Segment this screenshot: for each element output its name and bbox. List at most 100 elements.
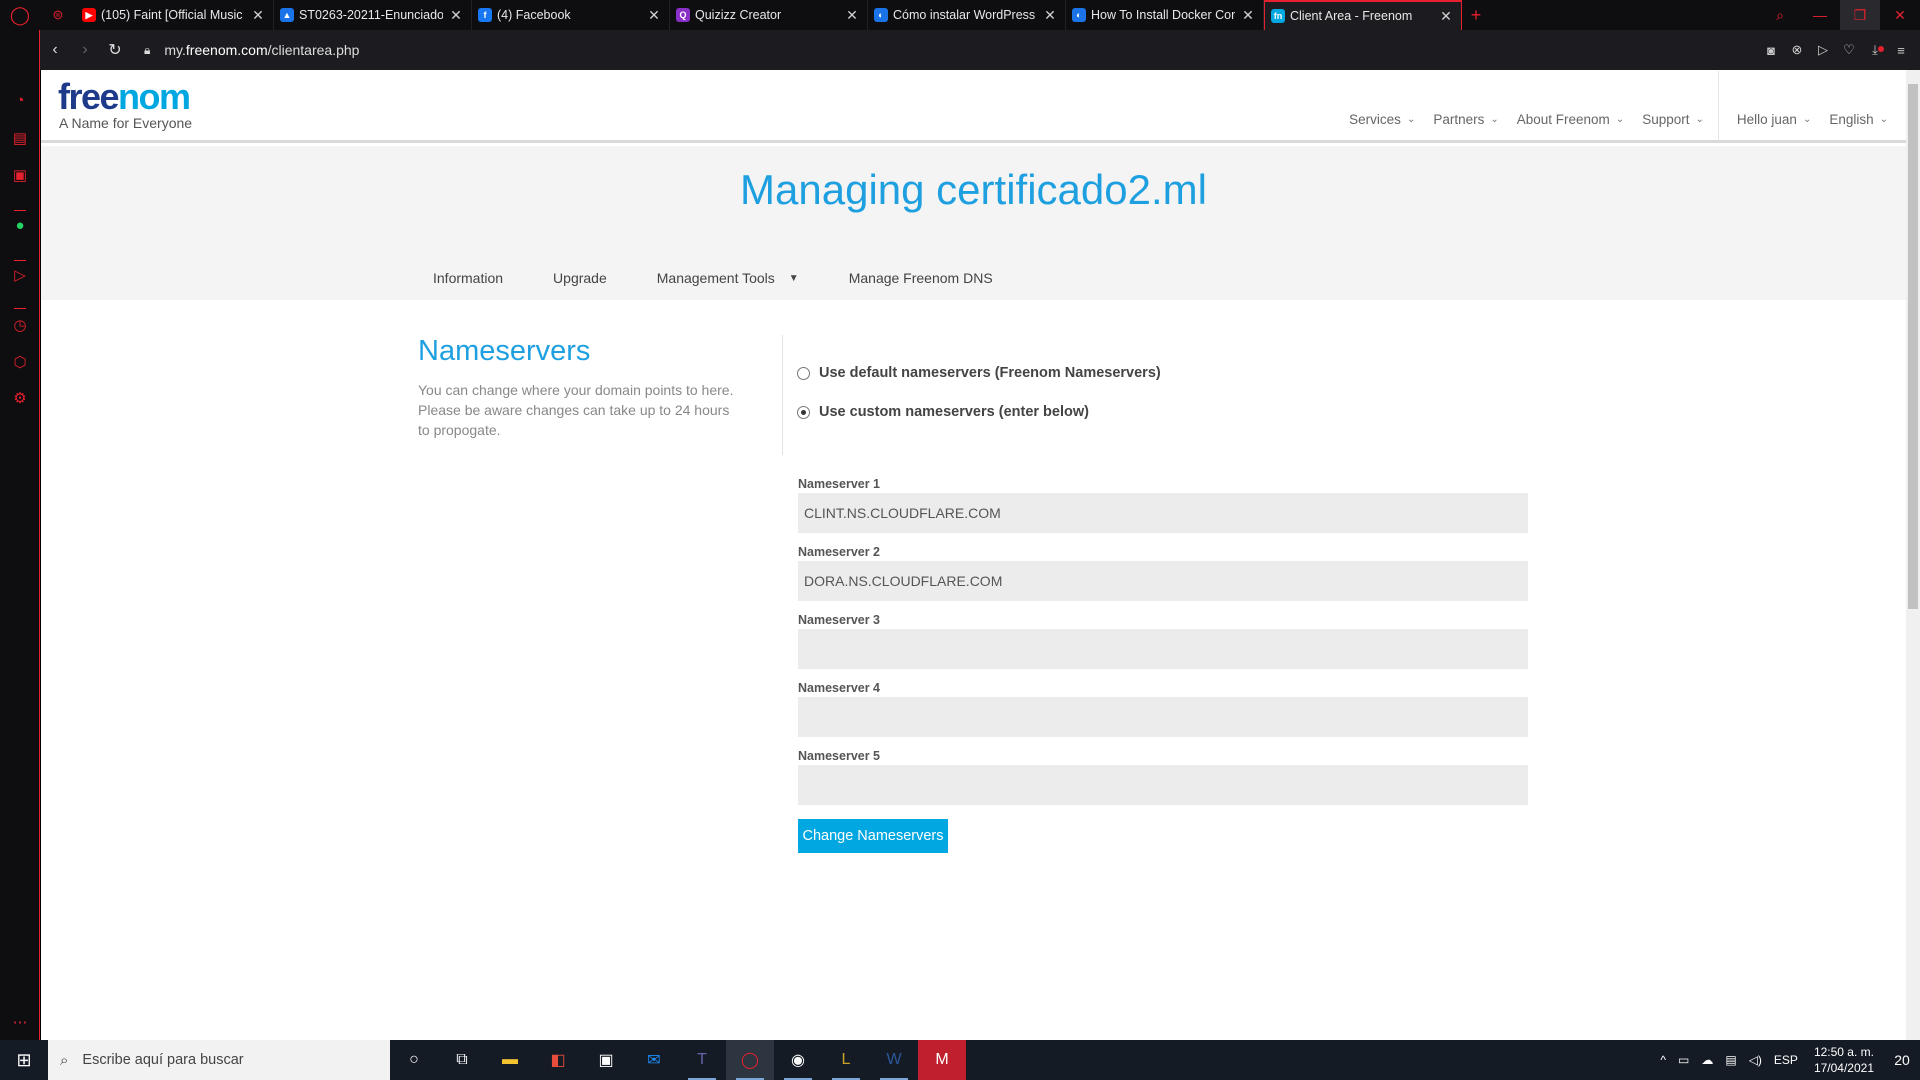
nameserver-3-input[interactable] bbox=[798, 629, 1528, 669]
shopping-icon[interactable]: ▤ bbox=[10, 128, 30, 148]
tab-close-icon[interactable]: ✕ bbox=[1043, 7, 1057, 24]
opera-logo-icon[interactable]: ◯ bbox=[0, 0, 40, 30]
tab-favicon-icon: ▲ bbox=[280, 8, 294, 22]
radio-custom-nameservers[interactable]: Use custom nameservers (enter below) bbox=[797, 404, 1089, 420]
browser-tab[interactable]: Q Quizizz Creator ✕ bbox=[670, 0, 868, 30]
notification-center-icon[interactable]: 20 bbox=[1884, 1052, 1920, 1068]
file-explorer-icon[interactable]: ▬ bbox=[486, 1040, 534, 1080]
office-icon[interactable]: ◧ bbox=[534, 1040, 582, 1080]
forward-button[interactable]: › bbox=[70, 41, 100, 59]
tab-title: How To Install Docker Com bbox=[1091, 8, 1235, 22]
task-view-icon[interactable]: ⧉ bbox=[438, 1040, 486, 1080]
extensions-icon[interactable]: ⬡ bbox=[10, 352, 30, 372]
new-tab-button[interactable]: + bbox=[1462, 5, 1490, 26]
column-divider bbox=[782, 335, 783, 455]
window-controls: ⌕ — ❐ ✕ bbox=[1760, 0, 1920, 30]
opera-taskbar-icon[interactable]: ◯ bbox=[726, 1040, 774, 1080]
nameserver-4-label: Nameserver 4 bbox=[798, 681, 881, 695]
tab-information[interactable]: Information bbox=[433, 270, 503, 286]
tab-title: (4) Facebook bbox=[497, 8, 571, 22]
clock[interactable]: 12:50 a. m. 17/04/2021 bbox=[1814, 1044, 1874, 1076]
tab-close-icon[interactable]: ✕ bbox=[1439, 8, 1453, 25]
tray-expand-icon[interactable]: ^ bbox=[1660, 1053, 1666, 1067]
tab-management-tools[interactable]: Management Tools ▼ bbox=[657, 270, 799, 286]
nav-support[interactable]: Support ⌄ bbox=[1642, 112, 1704, 127]
clock-time: 12:50 a. m. bbox=[1813, 1045, 1874, 1059]
change-nameservers-button[interactable]: Change Nameservers bbox=[798, 819, 948, 853]
tab-manage-dns[interactable]: Manage Freenom DNS bbox=[849, 270, 993, 286]
twitch-icon[interactable]: ▣ bbox=[10, 165, 30, 185]
browser-tab[interactable]: ▶ (105) Faint [Official Music V ✕ bbox=[76, 0, 274, 30]
tab-title: Client Area - Freenom bbox=[1290, 9, 1413, 23]
heart-icon[interactable]: ♡ bbox=[1836, 42, 1862, 58]
browser-tab[interactable]: ◐ Cómo instalar WordPress c ✕ bbox=[868, 0, 1066, 30]
url-field[interactable]: my.freenom.com/clientarea.php bbox=[164, 42, 359, 58]
chevron-down-icon: ⌄ bbox=[1695, 113, 1704, 125]
back-button[interactable]: ‹ bbox=[40, 41, 70, 59]
language-indicator[interactable]: ESP bbox=[1774, 1053, 1798, 1067]
adblock-icon[interactable]: ⊗ bbox=[1784, 42, 1810, 58]
store-icon[interactable]: ▣ bbox=[582, 1040, 630, 1080]
gamepad-icon[interactable]: ⊜ bbox=[40, 0, 76, 30]
nav-language[interactable]: English ⌄ bbox=[1829, 112, 1888, 127]
nameserver-5-input[interactable] bbox=[798, 765, 1528, 805]
volume-icon[interactable]: ◁) bbox=[1749, 1053, 1762, 1067]
radio-default-nameservers[interactable]: Use default nameservers (Freenom Nameser… bbox=[797, 365, 1161, 381]
settings-icon[interactable]: ⚙ bbox=[10, 388, 30, 408]
search-tabs-icon[interactable]: ⌕ bbox=[1760, 7, 1800, 24]
browser-tab[interactable]: ▲ ST0263-20211-Enunciado-P ✕ bbox=[274, 0, 472, 30]
nav-divider bbox=[1717, 71, 1719, 141]
browser-tab[interactable]: f (4) Facebook ✕ bbox=[472, 0, 670, 30]
tab-close-icon[interactable]: ✕ bbox=[1241, 7, 1255, 24]
nameserver-2-input[interactable] bbox=[798, 561, 1528, 601]
chevron-down-icon: ⌄ bbox=[1879, 113, 1888, 125]
restore-button[interactable]: ❐ bbox=[1840, 0, 1880, 30]
reload-button[interactable]: ↻ bbox=[100, 40, 130, 60]
caret-down-icon: ▼ bbox=[788, 272, 799, 284]
browser-tab-strip: ◯ ⊜ ▶ (105) Faint [Official Music V ✕ ▲ ST02… bbox=[0, 0, 1920, 30]
taskbar-search[interactable]: ⌕ Escribe aquí para buscar bbox=[48, 1040, 390, 1080]
tab-upgrade[interactable]: Upgrade bbox=[553, 270, 607, 286]
browser-tab[interactable]: fn Client Area - Freenom ✕ bbox=[1264, 0, 1462, 30]
tab-close-icon[interactable]: ✕ bbox=[449, 7, 463, 24]
scrollbar-thumb[interactable] bbox=[1908, 84, 1918, 609]
word-icon[interactable]: W bbox=[870, 1040, 918, 1080]
radio-custom[interactable] bbox=[797, 405, 810, 419]
onedrive-icon[interactable]: ☁ bbox=[1701, 1053, 1713, 1067]
freenom-logo[interactable]: freenom bbox=[58, 78, 191, 116]
mail-icon[interactable]: ✉ bbox=[630, 1040, 678, 1080]
download-icon[interactable]: ⤓ bbox=[1862, 42, 1888, 58]
nameserver-4-input[interactable] bbox=[798, 697, 1528, 737]
mendeley-icon[interactable]: M bbox=[918, 1040, 966, 1080]
cortana-icon[interactable]: ○ bbox=[390, 1040, 438, 1080]
menu-icon[interactable]: ≡ bbox=[1888, 43, 1914, 58]
nav-about[interactable]: About Freenom ⌄ bbox=[1517, 112, 1624, 127]
lock-icon[interactable]: 🔒︎ bbox=[144, 43, 150, 58]
browser-tab[interactable]: ◐ How To Install Docker Com ✕ bbox=[1066, 0, 1264, 30]
more-icon[interactable]: ⋯ bbox=[10, 1012, 30, 1032]
steam-icon[interactable]: ◉ bbox=[774, 1040, 822, 1080]
network-icon[interactable]: ▤ bbox=[1725, 1053, 1736, 1067]
nav-user-menu[interactable]: Hello juan ⌄ bbox=[1737, 112, 1811, 127]
history-icon[interactable]: ◷ bbox=[10, 315, 30, 335]
nav-partners[interactable]: Partners ⌄ bbox=[1433, 112, 1498, 127]
whatsapp-icon[interactable]: ● bbox=[10, 215, 30, 235]
minimize-button[interactable]: — bbox=[1800, 7, 1840, 23]
radio-default[interactable] bbox=[797, 366, 810, 380]
nav-services[interactable]: Services ⌄ bbox=[1349, 112, 1415, 127]
speed-dial-icon[interactable]: ◔ bbox=[10, 90, 30, 110]
tab-close-icon[interactable]: ✕ bbox=[647, 7, 661, 24]
tab-close-icon[interactable]: ✕ bbox=[251, 7, 265, 24]
nameserver-1-input[interactable] bbox=[798, 493, 1528, 533]
sidebar-divider bbox=[14, 308, 26, 309]
snapshot-icon[interactable]: ◙ bbox=[1758, 43, 1784, 58]
player-icon[interactable]: ▷ bbox=[10, 265, 30, 285]
tab-close-icon[interactable]: ✕ bbox=[845, 7, 859, 24]
close-window-button[interactable]: ✕ bbox=[1880, 7, 1920, 24]
league-icon[interactable]: L bbox=[822, 1040, 870, 1080]
windows-start-icon[interactable]: ⊞ bbox=[0, 1040, 48, 1080]
teams-icon[interactable]: T bbox=[678, 1040, 726, 1080]
meet-now-icon[interactable]: ▭ bbox=[1678, 1053, 1689, 1067]
search-icon: ⌕ bbox=[60, 1051, 69, 1069]
send-icon[interactable]: ▷ bbox=[1810, 42, 1836, 58]
